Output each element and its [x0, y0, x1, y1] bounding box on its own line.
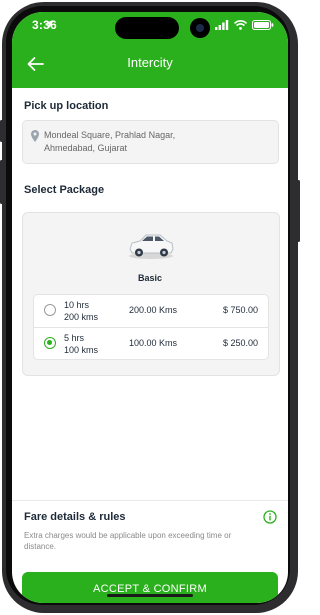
pickup-address-line1: Mondeal Square, Prahlad Nagar,: [44, 130, 176, 140]
front-camera: [190, 18, 210, 38]
app-header: 3:36 Intercity: [12, 12, 288, 88]
option-hours: 5 hrs: [64, 333, 85, 343]
info-icon[interactable]: [263, 510, 277, 524]
option-kms: 200 kms: [64, 312, 99, 322]
pickup-address-line2: Ahmedabad, Gujarat: [44, 143, 128, 153]
fare-details-title: Fare details & rules: [24, 511, 126, 523]
location-arrow-icon: [45, 20, 53, 28]
wifi-icon: [234, 20, 247, 30]
pickup-section-title: Pick up location: [24, 100, 109, 112]
package-option-row[interactable]: 10 hrs 200 kms 200.00 Kms $ 750.00: [34, 295, 268, 327]
battery-icon: [252, 20, 274, 30]
package-option-row-selected[interactable]: 5 hrs 100 kms 100.00 Kms $ 250.00: [34, 327, 268, 360]
option-distance: 200.00 Kms: [129, 305, 178, 315]
accept-confirm-button[interactable]: ACCEPT & CONFIRM: [22, 572, 278, 603]
map-pin-icon: [31, 130, 39, 142]
option-radio[interactable]: [44, 304, 56, 316]
option-radio-selected[interactable]: [44, 337, 56, 349]
package-section-title: Select Package: [24, 184, 105, 196]
option-price: $ 750.00: [222, 305, 258, 315]
dynamic-island: [115, 17, 179, 39]
pickup-address: Mondeal Square, Prahlad Nagar, Ahmedabad…: [44, 129, 244, 155]
divider: [12, 500, 288, 501]
option-distance: 100.00 Kms: [129, 338, 178, 348]
package-name: Basic: [137, 273, 163, 283]
option-kms: 100 kms: [64, 345, 99, 355]
option-duration: 5 hrs 100 kms: [64, 332, 98, 356]
status-icons: [215, 20, 274, 30]
option-price: $ 250.00: [222, 338, 258, 348]
signal-icon: [215, 20, 229, 30]
option-hours: 10 hrs: [64, 300, 90, 310]
fare-details-description: Extra charges would be applicable upon e…: [24, 531, 232, 551]
car-icon: [129, 234, 174, 259]
pickup-location-field[interactable]: Mondeal Square, Prahlad Nagar, Ahmedabad…: [22, 120, 279, 164]
app-screen: 3:36 Intercity Pick up location Mondeal …: [12, 12, 288, 603]
home-indicator: [107, 594, 193, 597]
option-duration: 10 hrs 200 kms: [64, 299, 98, 323]
page-title: Intercity: [127, 55, 173, 70]
package-options-table: 10 hrs 200 kms 200.00 Kms $ 750.00 5 hrs…: [33, 294, 269, 360]
